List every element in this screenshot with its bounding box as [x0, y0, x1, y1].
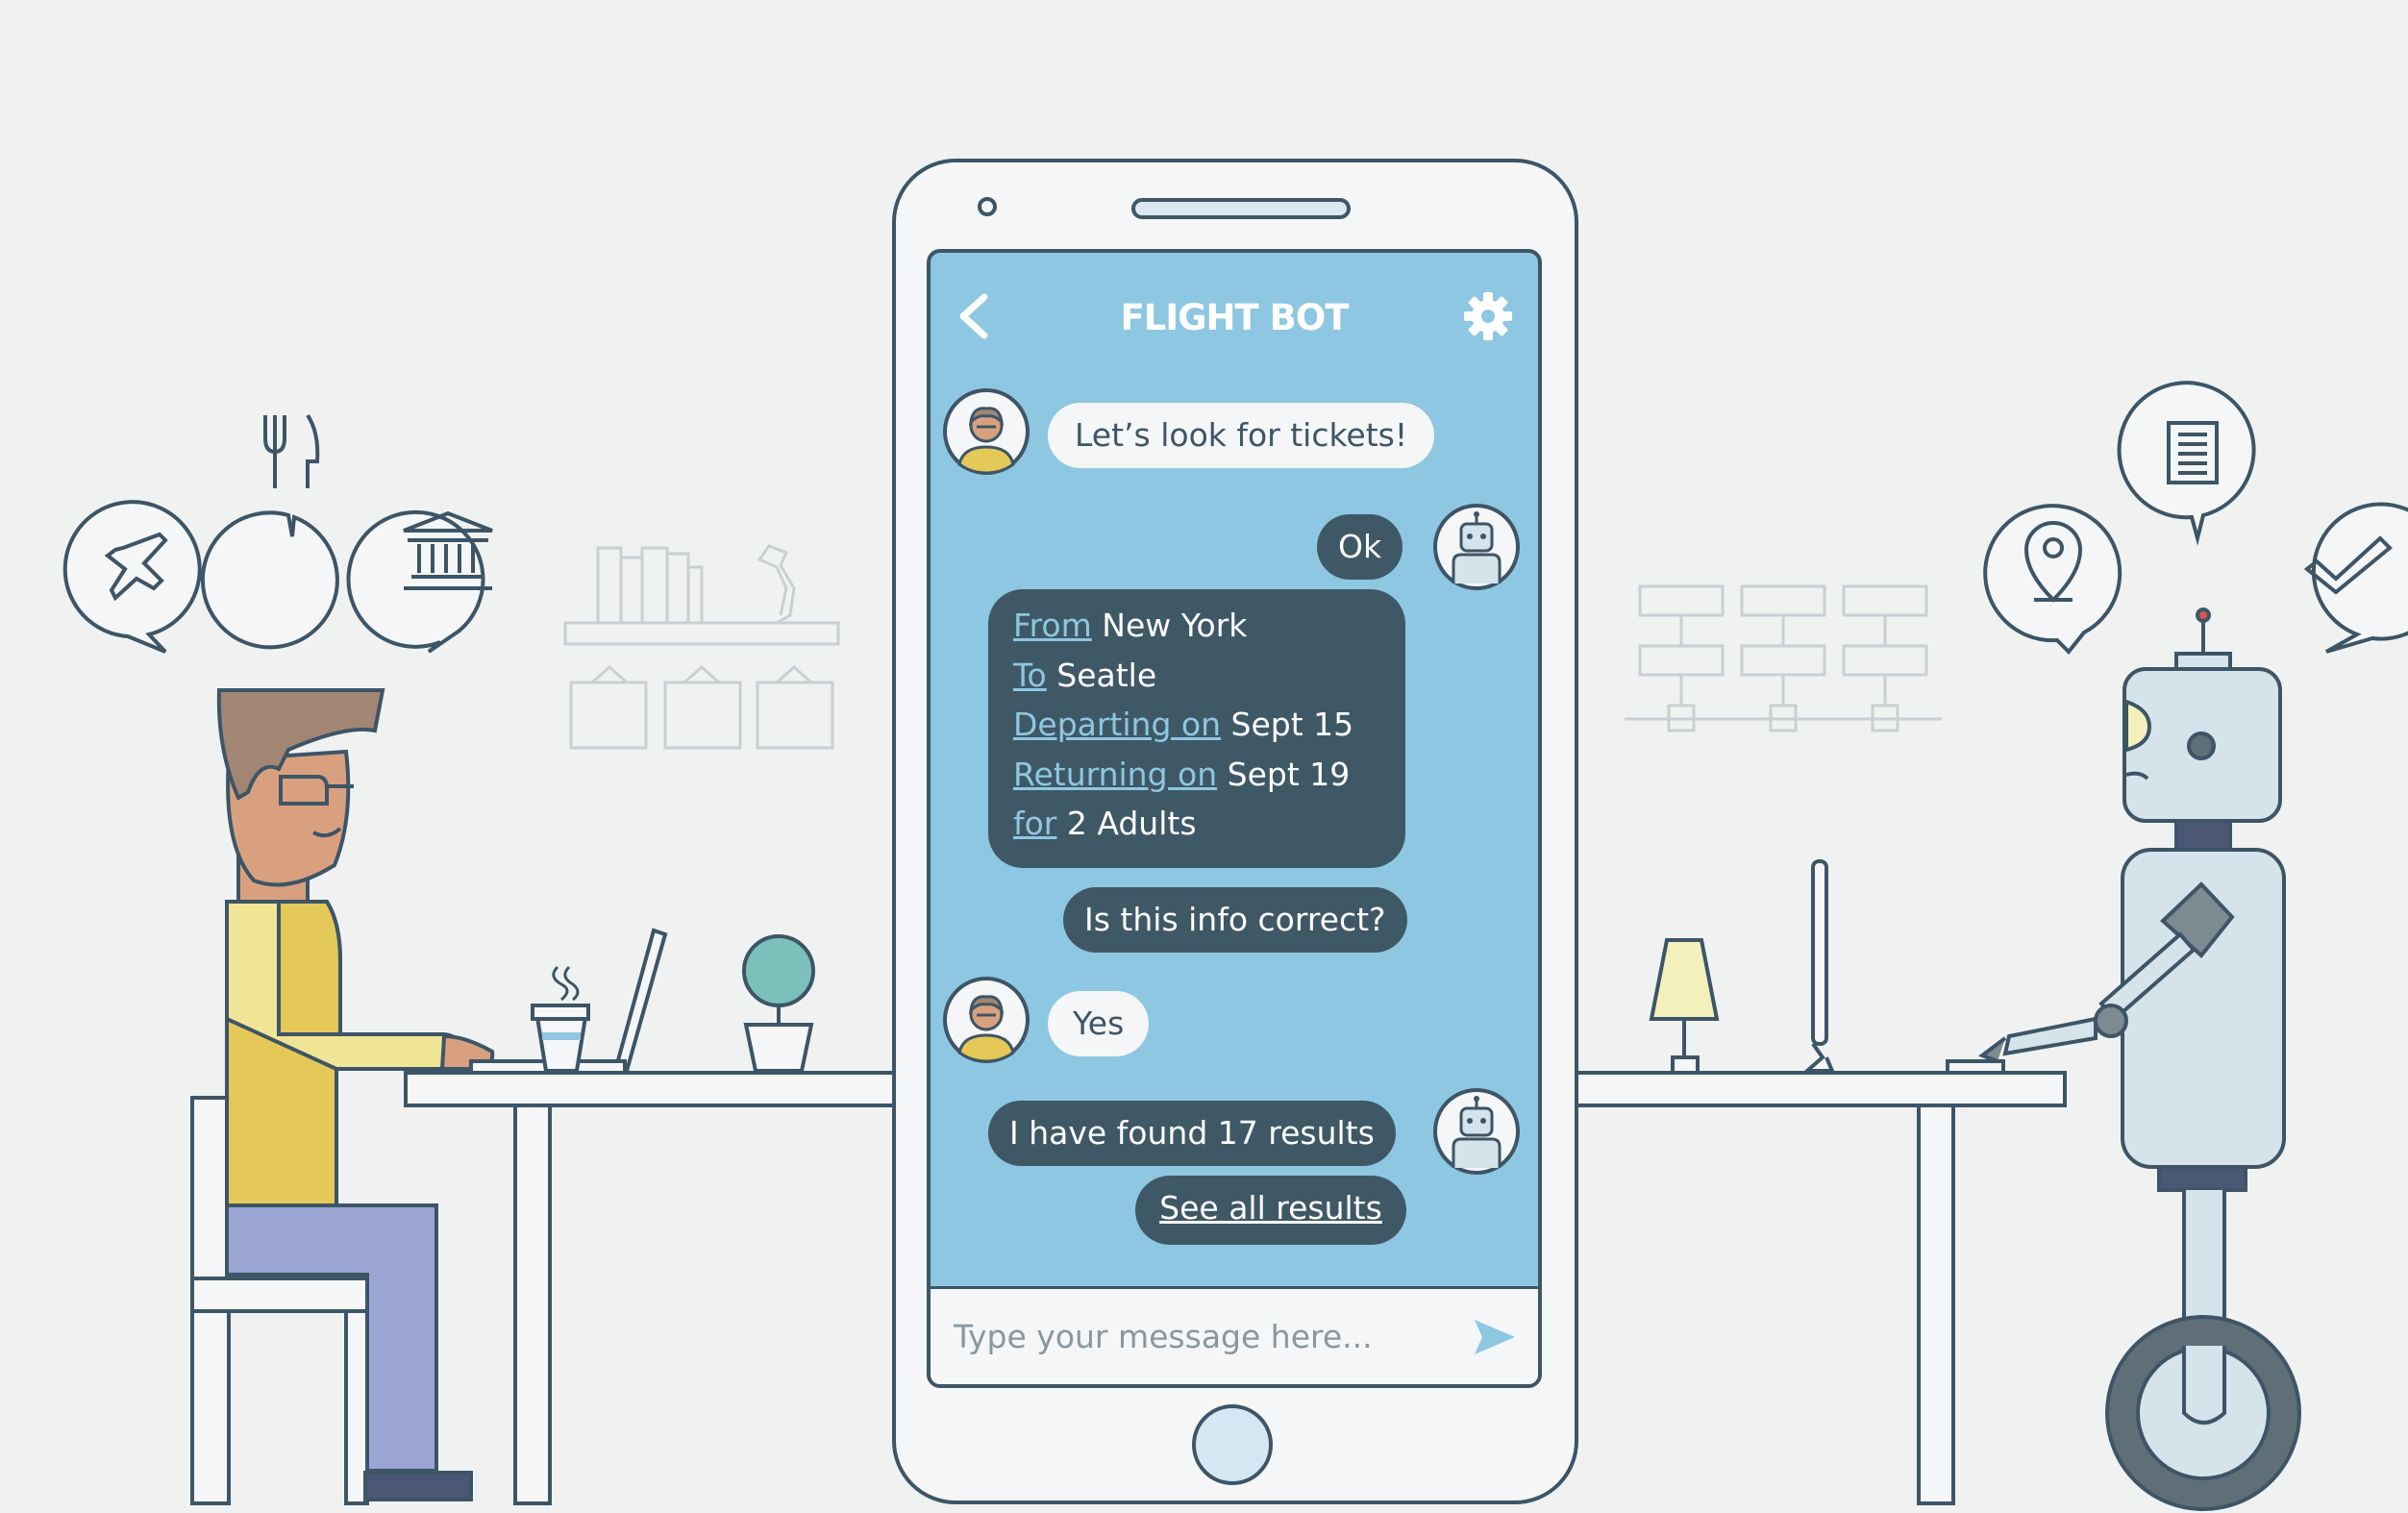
message-input[interactable]	[952, 1310, 1436, 1362]
summary-pax-row: for 2 Adults	[1013, 799, 1380, 849]
phone-camera	[978, 197, 997, 216]
summary-to-row: To Seatle	[1013, 651, 1380, 701]
plant-illustration	[742, 934, 815, 1073]
phone-speaker	[1131, 198, 1351, 219]
summary-return-row: Returning on Sept 19	[1013, 750, 1380, 800]
chat-title: FLIGHT BOT	[1120, 297, 1350, 338]
left-desk	[404, 1071, 898, 1505]
from-value: New York	[1102, 607, 1248, 644]
chat-screen: FLIGHT BOT Let’s look for tickets! Ok Fr…	[927, 249, 1542, 1388]
bot-message: I have found 17 results	[988, 1101, 1396, 1166]
phone-device: FLIGHT BOT Let’s look for tickets! Ok Fr…	[892, 159, 1578, 1504]
fork-knife-icon	[263, 413, 320, 488]
bot-avatar	[1433, 1088, 1520, 1175]
send-button[interactable]	[1469, 1314, 1519, 1360]
to-value: Seatle	[1056, 656, 1157, 694]
user-message: Let’s look for tickets!	[1048, 403, 1435, 468]
right-desk	[1573, 1071, 2067, 1505]
summary-depart-row: Departing on Sept 15	[1013, 700, 1380, 750]
network-diagram-illustration	[1625, 584, 1942, 732]
bookshelf-illustration	[563, 544, 840, 750]
pax-label[interactable]: for	[1013, 805, 1056, 842]
depart-value: Sept 15	[1230, 706, 1354, 743]
return-label[interactable]: Returning on	[1013, 756, 1217, 793]
from-label[interactable]: From	[1013, 607, 1092, 644]
send-icon	[1475, 1320, 1515, 1354]
user-avatar	[943, 977, 1030, 1063]
return-value: Sept 19	[1227, 755, 1351, 793]
bot-message: Is this info correct?	[1063, 887, 1407, 953]
bot-message: Ok	[1317, 514, 1403, 580]
speech-bubble-airplane	[62, 500, 202, 654]
user-avatar	[943, 388, 1030, 475]
lamp-illustration	[1649, 938, 1720, 1075]
to-label[interactable]: To	[1013, 657, 1047, 694]
settings-button[interactable]	[1461, 289, 1515, 343]
message-input-bar	[931, 1286, 1538, 1384]
speech-bubble-bank	[346, 509, 493, 654]
user-message: Yes	[1048, 991, 1150, 1056]
speech-bubble-checkmark	[2303, 502, 2408, 654]
gear-icon	[1464, 292, 1512, 340]
flight-summary-card: From New York To Seatle Departing on Sep…	[988, 589, 1405, 868]
speech-bubble-fork-knife	[200, 413, 339, 650]
coffee-cup-illustration	[531, 965, 590, 1073]
pax-value: 2 Adults	[1066, 805, 1197, 842]
summary-from-row: From New York	[1013, 601, 1380, 651]
bot-avatar	[1433, 504, 1520, 590]
monitor-illustration	[1801, 859, 2005, 1075]
see-all-results-link[interactable]: See all results	[1135, 1176, 1406, 1245]
phone-home-button[interactable]	[1192, 1404, 1273, 1485]
speech-bubble-document	[2117, 381, 2256, 546]
chat-header: FLIGHT BOT	[931, 253, 1538, 382]
depart-label[interactable]: Departing on	[1013, 706, 1221, 743]
speech-bubble-location	[1983, 504, 2123, 655]
robot-illustration	[1977, 608, 2301, 1511]
